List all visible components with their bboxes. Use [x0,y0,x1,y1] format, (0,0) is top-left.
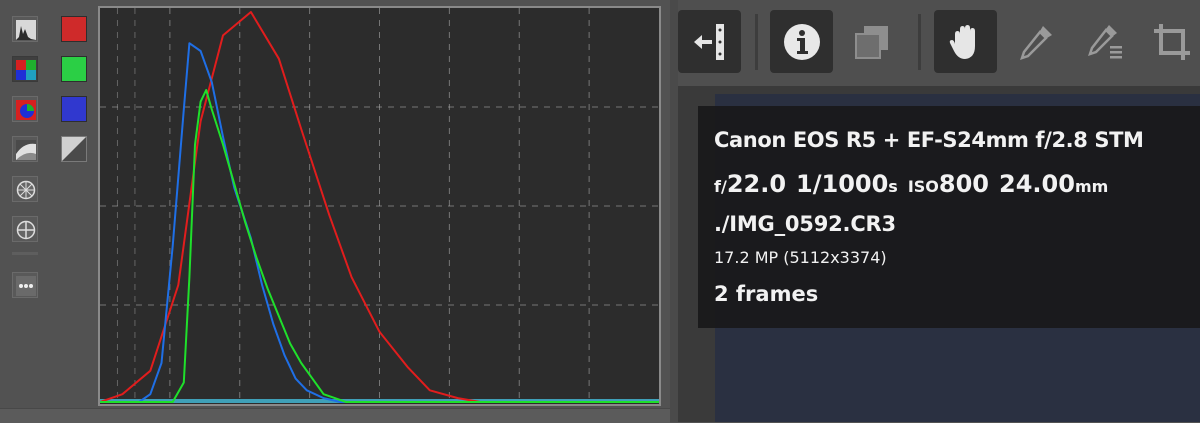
exposure-line: f/22.0 1/1000s ISO800 24.00mm [714,170,1108,198]
green-channel-toggle[interactable] [61,56,87,82]
panel-divider[interactable] [670,0,678,422]
collapse-panel-icon [693,23,724,60]
exif-info-overlay: Canon EOS R5 + EF-S24mm f/2.8 STM f/22.0… [698,106,1200,328]
color-picker-button[interactable] [1004,10,1067,73]
shutter-value: 1/1000 [796,170,889,198]
camera-lens-text: Canon EOS R5 + EF-S24mm f/2.8 STM [714,128,1144,152]
aperture-prefix: f/ [714,177,727,196]
color-picker-list-button[interactable] [1074,10,1137,73]
histogram-plot[interactable] [98,6,661,406]
color-picker-list-icon [1087,24,1122,58]
compare-snapshot-button[interactable] [840,10,903,73]
channel-overlay-mode-icon [16,100,36,120]
image-viewer[interactable]: Canon EOS R5 + EF-S24mm f/2.8 STM f/22.0… [678,86,1200,422]
crop-button[interactable] [1140,10,1200,73]
histogram-panel [0,0,670,423]
crosshair-mode-button[interactable] [12,216,38,242]
more-options-icon [16,276,36,296]
scope-mode-icon [16,180,36,200]
rgb-parade-mode-icon [16,60,36,80]
toolbar-separator [918,14,921,70]
red-channel-toggle[interactable] [61,16,87,42]
compare-snapshot-icon [854,25,888,59]
channel-overlay-mode-button[interactable] [12,96,38,122]
histogram-mode-button[interactable] [12,16,38,42]
histogram-scrollbar[interactable] [0,408,670,423]
blue-channel-toggle[interactable] [61,96,87,122]
filename-text: ./IMG_0592.CR3 [714,212,896,236]
luminance-toggle[interactable] [61,136,87,162]
luminance-icon [62,137,86,161]
frames-text: 2 frames [714,282,819,306]
info-button[interactable] [770,10,833,73]
shutter-unit: s [888,177,898,196]
iso-label: ISO [907,177,939,196]
mode-separator [12,252,38,255]
curve-mode-button[interactable] [12,136,38,162]
collapse-panel-button[interactable] [678,10,741,73]
crop-icon [1153,23,1190,60]
hand-pan-button[interactable] [934,10,997,73]
focal-length-unit: mm [1074,177,1109,196]
focal-length-value: 24.00 [999,170,1075,198]
resolution-text: 17.2 MP (5112x3374) [714,248,887,267]
hand-pan-icon [949,24,975,59]
histogram-mode-icon [16,20,36,40]
image-panel: Canon EOS R5 + EF-S24mm f/2.8 STM f/22.0… [678,0,1200,422]
rgb-parade-mode-button[interactable] [12,56,38,82]
viewer-toolbar [678,8,1200,76]
histogram-canvas [100,8,659,404]
toolbar-separator [755,14,758,70]
iso-value: 800 [938,170,990,198]
curve-mode-icon [16,140,36,160]
more-options-button[interactable] [12,272,38,298]
scope-mode-button[interactable] [12,176,38,202]
aperture-value: 22.0 [726,170,787,198]
crosshair-mode-icon [16,220,36,240]
color-picker-icon [1019,25,1052,60]
info-icon [783,23,820,60]
